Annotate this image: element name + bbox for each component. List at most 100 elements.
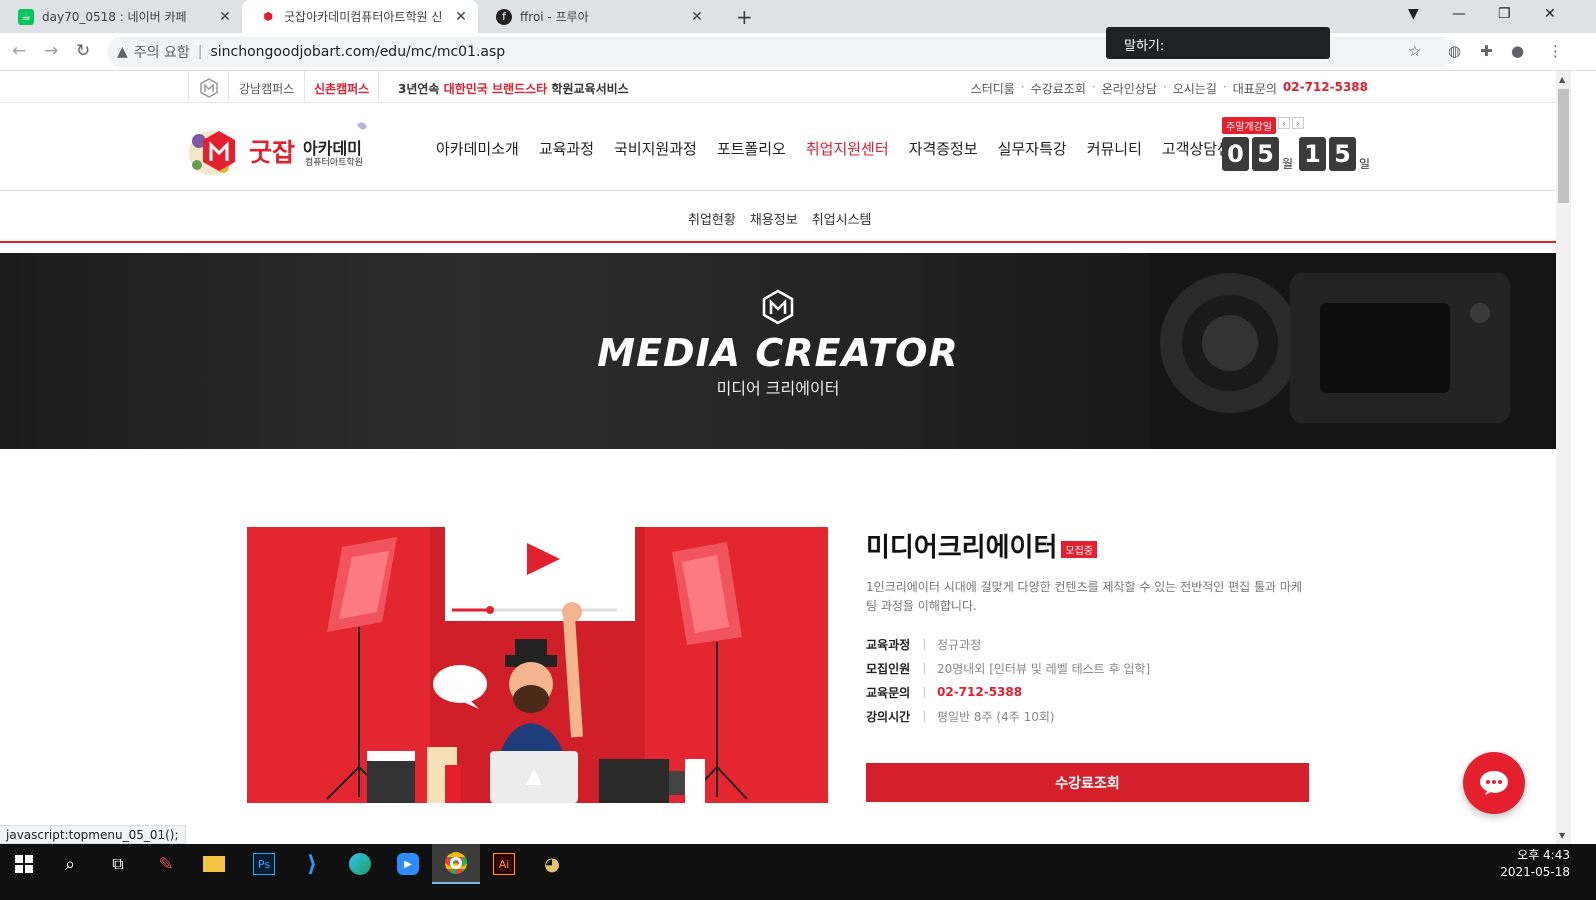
web-page: 강남캠퍼스 신촌캠퍼스 3년연속 대한민국 브랜드스타 학원교육서비스 스터디룸… bbox=[0, 71, 1556, 844]
profile-avatar-icon[interactable]: ● bbox=[1511, 42, 1524, 60]
nav-academy-intro[interactable]: 아카데미소개 bbox=[436, 138, 519, 159]
course-title-row: 미디어크리에이터 모집중 bbox=[866, 527, 1310, 564]
ffroi-favicon-icon: f bbox=[496, 8, 512, 25]
tuition-lookup-link[interactable]: 수강료조회 bbox=[1031, 80, 1086, 97]
chat-button[interactable] bbox=[1463, 752, 1525, 814]
divider bbox=[188, 71, 189, 103]
tab-title: 굿잡아카데미컴퓨터아트학원 신 bbox=[284, 10, 443, 24]
scroll-down-icon[interactable]: ▼ bbox=[1559, 831, 1565, 840]
course-description: 1인크리에이터 시대에 걸맞게 다양한 컨텐츠를 제작할 수 있는 전반적인 편… bbox=[866, 580, 1302, 613]
taskbar-app-owl[interactable]: ◕ bbox=[528, 844, 576, 884]
nav-special-lectures[interactable]: 실무자특강 bbox=[998, 138, 1067, 159]
back-icon[interactable]: ← bbox=[12, 41, 26, 61]
warning-icon[interactable]: ▲ bbox=[117, 44, 128, 60]
goodjob-favicon-icon: ⬢ bbox=[263, 10, 273, 23]
new-tab-icon[interactable]: + bbox=[736, 5, 753, 29]
recruiting-badge: 모집중 bbox=[1061, 541, 1097, 558]
close-window-icon[interactable]: ✕ bbox=[1544, 6, 1556, 22]
url-text[interactable]: sinchongoodjobart.com/edu/mc/mc01.asp bbox=[210, 44, 505, 60]
separator-dot: · bbox=[1020, 80, 1025, 94]
next-arrow-icon[interactable]: › bbox=[1292, 117, 1304, 129]
chat-bubble-icon bbox=[1480, 771, 1508, 795]
edge-icon bbox=[349, 853, 371, 875]
taskbar-app-edge[interactable] bbox=[336, 844, 384, 884]
tab-search-icon[interactable]: ▼ bbox=[1408, 6, 1419, 22]
tab-goodjob[interactable]: ⬢ 굿잡아카데미컴퓨터아트학원 신 ✕ bbox=[242, 0, 478, 33]
windows-taskbar: ⌕ ⧉ ✎ Ps ⟩ ▶ Ai ◕ 오후 4:43 2021-05-18 bbox=[0, 844, 1596, 884]
subnav-job-system[interactable]: 취업시스템 bbox=[812, 209, 872, 228]
close-tab-icon[interactable]: ✕ bbox=[686, 9, 708, 25]
system-clock[interactable]: 오후 4:43 2021-05-18 bbox=[1500, 847, 1570, 881]
counter-badge: 주말개강일 bbox=[1222, 117, 1276, 134]
paint-app-icon: ✎ bbox=[158, 853, 174, 875]
subnav-employment-status[interactable]: 취업현황 bbox=[688, 209, 736, 228]
forward-icon[interactable]: → bbox=[44, 41, 58, 61]
page-scrollbar[interactable]: ▲ ▼ bbox=[1556, 71, 1571, 844]
online-consult-link[interactable]: 온라인상담 bbox=[1102, 80, 1157, 97]
separator-dot: · bbox=[1091, 80, 1096, 94]
scroll-up-icon[interactable]: ▲ bbox=[1559, 75, 1565, 84]
omnibox-divider: | bbox=[197, 44, 203, 60]
nav-community[interactable]: 커뮤니티 bbox=[1087, 138, 1142, 159]
bookmark-star-icon[interactable]: ☆ bbox=[1408, 42, 1421, 60]
browser-toolbar: ← → ↻ ▲ 주의 요함 | sinchongoodjobart.com/ed… bbox=[0, 33, 1596, 71]
tab-title: day70_0518 : 네이버 카페 bbox=[42, 10, 187, 24]
maximize-icon[interactable]: ❐ bbox=[1498, 6, 1511, 22]
counter-arrows: ‹ › bbox=[1278, 117, 1304, 129]
scrollbar-thumb[interactable] bbox=[1558, 89, 1569, 203]
taskbar-app-illustrator[interactable]: Ai bbox=[480, 844, 528, 884]
taskbar-app-explorer[interactable] bbox=[190, 844, 238, 884]
divider bbox=[304, 71, 305, 103]
security-status[interactable]: 주의 요함 bbox=[134, 42, 190, 62]
minimize-icon[interactable]: — bbox=[1452, 6, 1466, 22]
site-logo[interactable]: 굿잡 아카데미 컴퓨터아트학원 bbox=[187, 117, 377, 185]
taskbar-app-photoshop[interactable]: Ps bbox=[240, 844, 288, 884]
phone-number: 02-712-5388 bbox=[1282, 80, 1368, 94]
link-status-bar: javascript:topmenu_05_01(); bbox=[0, 825, 186, 844]
detail-key: 교육문의 bbox=[866, 685, 911, 700]
nav-job-support[interactable]: 취업지원센터 bbox=[806, 138, 889, 159]
course-details: 교육과정 정규과정 모집인원 20명내외 [인터뷰 및 레벨 테스트 후 입학]… bbox=[866, 632, 1310, 728]
campus-logo-icon bbox=[199, 78, 219, 101]
slogan-suffix: 학원교육서비스 bbox=[551, 82, 629, 96]
site-header: 굿잡 아카데미 컴퓨터아트학원 아카데미소개 교육과정 국비지원과정 포트폴리오… bbox=[0, 103, 1556, 191]
tab-naver-cafe[interactable]: ☕ day70_0518 : 네이버 카페 ✕ bbox=[0, 0, 242, 33]
detail-key: 교육과정 bbox=[866, 637, 911, 652]
taskbar-search[interactable]: ⌕ bbox=[46, 844, 94, 884]
reload-icon[interactable]: ↻ bbox=[76, 41, 90, 61]
campus-sinchon-link[interactable]: 신촌캠퍼스 bbox=[314, 80, 369, 97]
study-room-link[interactable]: 스터디룸 bbox=[971, 80, 1015, 97]
start-button[interactable] bbox=[0, 844, 48, 884]
menu-kebab-icon[interactable]: ⋮ bbox=[1548, 42, 1563, 60]
detail-key: 모집인원 bbox=[866, 661, 911, 676]
taskbar-app-chrome[interactable] bbox=[432, 844, 480, 884]
day-digit: 1 bbox=[1299, 137, 1326, 171]
taskbar-app-zoom[interactable]: ▶ bbox=[384, 844, 432, 884]
prev-arrow-icon[interactable]: ‹ bbox=[1278, 117, 1290, 129]
nav-certificates[interactable]: 자격증정보 bbox=[909, 138, 978, 159]
logo-text-sub: 컴퓨터아트학원 bbox=[305, 158, 363, 168]
detail-value-phone: 02-712-5388 bbox=[937, 685, 1023, 699]
nav-gov-support[interactable]: 국비지원과정 bbox=[614, 138, 697, 159]
tuition-lookup-button[interactable]: 수강료조회 bbox=[866, 763, 1309, 802]
extension-globe-icon[interactable]: ◍ bbox=[1448, 42, 1461, 60]
media-creator-illustration bbox=[247, 527, 828, 803]
close-tab-icon[interactable]: ✕ bbox=[450, 9, 472, 25]
directions-link[interactable]: 오시는길 bbox=[1173, 80, 1217, 97]
nav-curriculum[interactable]: 교육과정 bbox=[539, 138, 594, 159]
nav-portfolio[interactable]: 포트폴리오 bbox=[717, 138, 786, 159]
detail-value: 평일반 8주 (4주 10회) bbox=[937, 709, 1055, 724]
extensions-puzzle-icon[interactable]: ✚ bbox=[1480, 42, 1493, 60]
subnav-job-info[interactable]: 채용정보 bbox=[750, 209, 798, 228]
clock-time: 오후 4:43 bbox=[1517, 848, 1570, 862]
slogan-brand: 대한민국 브랜드스타 bbox=[443, 82, 548, 96]
detail-value: 정규과정 bbox=[937, 637, 982, 652]
close-tab-icon[interactable]: ✕ bbox=[214, 9, 236, 25]
taskbar-app-paint[interactable]: ✎ bbox=[142, 844, 190, 884]
taskbar-app-vscode[interactable]: ⟩ bbox=[288, 844, 336, 884]
taskbar-bottom-edge bbox=[0, 884, 1596, 900]
detail-key: 강의시간 bbox=[866, 709, 911, 724]
campus-gangnam-link[interactable]: 강남캠퍼스 bbox=[239, 80, 294, 97]
task-view[interactable]: ⧉ bbox=[94, 844, 142, 884]
tab-ffroi[interactable]: f ffroi - 프루아 ✕ bbox=[478, 0, 714, 33]
